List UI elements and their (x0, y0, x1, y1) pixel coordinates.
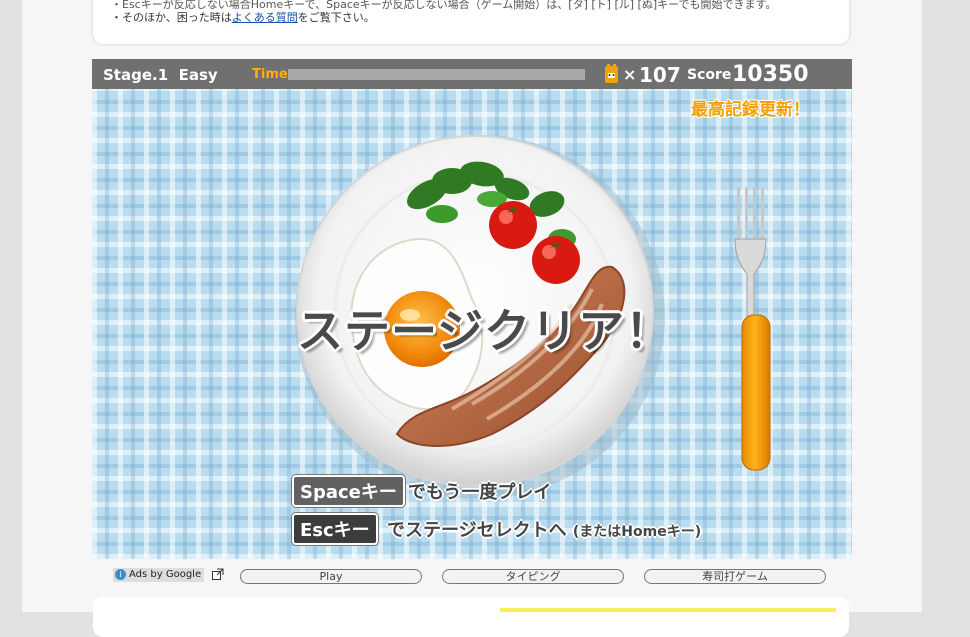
footer-card (93, 597, 849, 637)
ticket-count: 107 (639, 63, 681, 87)
external-link-icon[interactable] (212, 568, 224, 580)
ads-label: Ads by Google (129, 569, 202, 580)
space-key-badge[interactable]: Spaceキー (292, 475, 405, 507)
stage-label: Stage.1 Easy (103, 66, 218, 84)
ticket-icon (605, 64, 618, 83)
game-canvas[interactable]: Stage.1 Easy Time × 107 Score 10350 最高記録… (92, 59, 852, 559)
fork-icon (734, 187, 771, 471)
notice-text: ・そのほか、困った時は (111, 11, 232, 24)
notice-text-suffix: をご覧下さい。 (297, 11, 375, 24)
esc-key-badge[interactable]: Escキー (292, 513, 378, 545)
typing-button[interactable]: タイピング (442, 569, 624, 584)
bottom-bar: i Ads by Google Play タイピング 寿司打ゲーム (0, 563, 970, 589)
ads-by-google[interactable]: i Ads by Google (113, 568, 205, 582)
replay-hint: Spaceキー でもう一度プレイ (292, 475, 551, 507)
notice-card: ・Escキーが反応しない場合Homeキーで、Spaceキーが反応しない場合（ゲー… (93, 0, 849, 44)
faq-link[interactable]: よくある質問 (232, 11, 298, 24)
game-hud: Stage.1 Easy Time × 107 Score 10350 (92, 59, 852, 89)
tablecloth-background: 最高記録更新！ ステージクリア！ Spaceキー でもう一度プレイ Escキー で… (92, 89, 852, 559)
info-icon: i (115, 569, 126, 580)
notice-line-2: ・そのほか、困った時はよくある質問をご覧下さい。 (111, 9, 375, 25)
stage-select-text: でステージセレクトへ (386, 520, 567, 541)
footer-banner (500, 608, 836, 612)
stage-number: Stage.1 (103, 66, 169, 84)
home-key-note: (またはHomeキー) (572, 524, 702, 540)
score-label: Score (687, 67, 732, 83)
new-record-label: 最高記録更新！ (691, 100, 810, 120)
difficulty-label: Easy (178, 66, 218, 84)
play-button[interactable]: Play (240, 569, 422, 584)
multiplier-sign: × (623, 65, 637, 84)
sushida-game-button[interactable]: 寿司打ゲーム (644, 569, 826, 584)
stage-clear-title: ステージクリア！ (297, 304, 673, 358)
time-bar (288, 69, 585, 80)
replay-text: でもう一度プレイ (407, 482, 552, 503)
score-value: 10350 (732, 62, 809, 87)
stage-select-hint: Escキー でステージセレクトへ (またはHomeキー) (292, 513, 701, 545)
time-label: Time (252, 67, 288, 82)
